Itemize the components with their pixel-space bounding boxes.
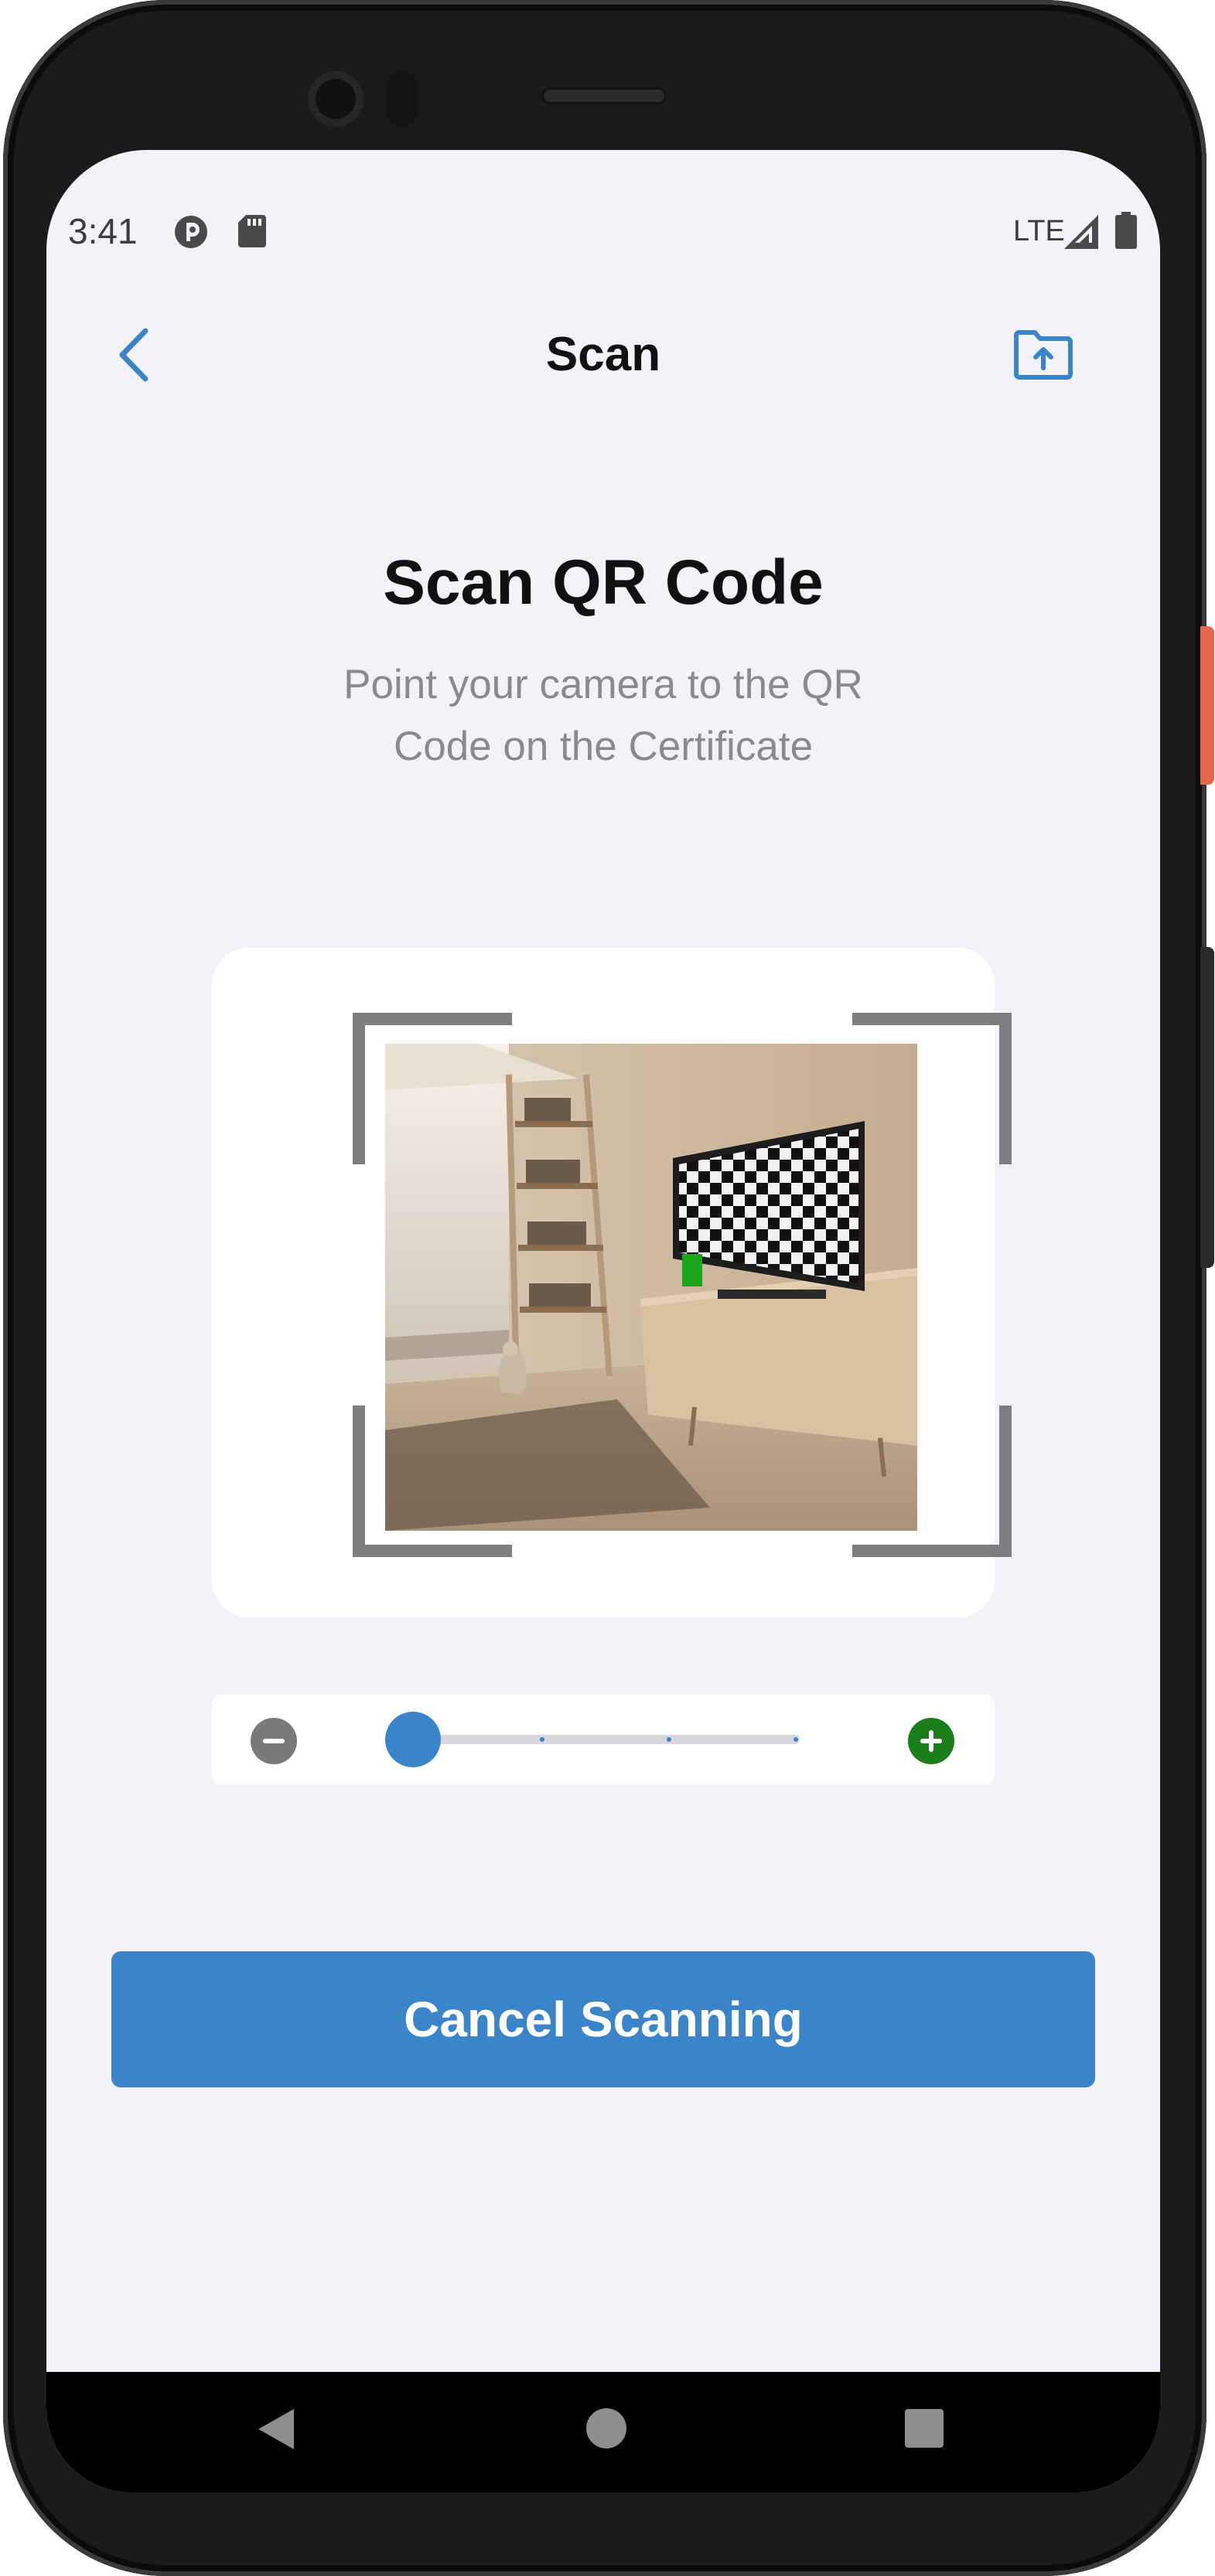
power-button <box>1200 626 1214 785</box>
zoom-in-button[interactable] <box>908 1718 954 1764</box>
network-type: LTE <box>1013 215 1065 247</box>
proximity-sensor <box>387 71 418 127</box>
app-notification-icon <box>175 216 207 248</box>
nav-recents-icon[interactable] <box>905 2409 944 2448</box>
zoom-slider-thumb[interactable] <box>385 1712 441 1767</box>
camera-preview-image <box>385 1044 917 1531</box>
folder-upload-icon <box>1014 330 1073 380</box>
battery-icon <box>1115 212 1137 249</box>
zoom-step-marker <box>667 1737 671 1742</box>
cancel-scanning-button[interactable]: Cancel Scanning <box>111 1951 1095 2087</box>
scan-heading: Scan QR Code <box>383 547 824 618</box>
scan-instructions: Point your camera to the QR Code on the … <box>343 662 863 769</box>
zoom-step-marker <box>540 1737 544 1742</box>
zoom-slider[interactable] <box>385 1712 800 1767</box>
status-time: 3:41 <box>68 211 138 251</box>
volume-button <box>1200 947 1214 1268</box>
zoom-out-button[interactable] <box>251 1718 297 1764</box>
camera-preview[interactable] <box>385 1044 917 1531</box>
earpiece-speaker <box>541 87 667 104</box>
system-navigation-bar <box>46 2372 1160 2493</box>
upload-file-button[interactable] <box>1009 320 1078 390</box>
app-screen: 3:41 LTE Scan Scan QR Code Point your ca… <box>46 150 1160 2493</box>
status-bar: 3:41 LTE <box>46 196 1160 266</box>
page-title: Scan <box>545 328 661 381</box>
nav-home-icon[interactable] <box>586 2408 626 2448</box>
sd-card-icon <box>238 215 266 247</box>
nav-back-icon[interactable] <box>254 2406 300 2452</box>
zoom-control <box>212 1695 995 1784</box>
zoom-step-marker <box>794 1737 798 1742</box>
front-camera <box>308 71 363 127</box>
signal-icon <box>1064 215 1098 249</box>
